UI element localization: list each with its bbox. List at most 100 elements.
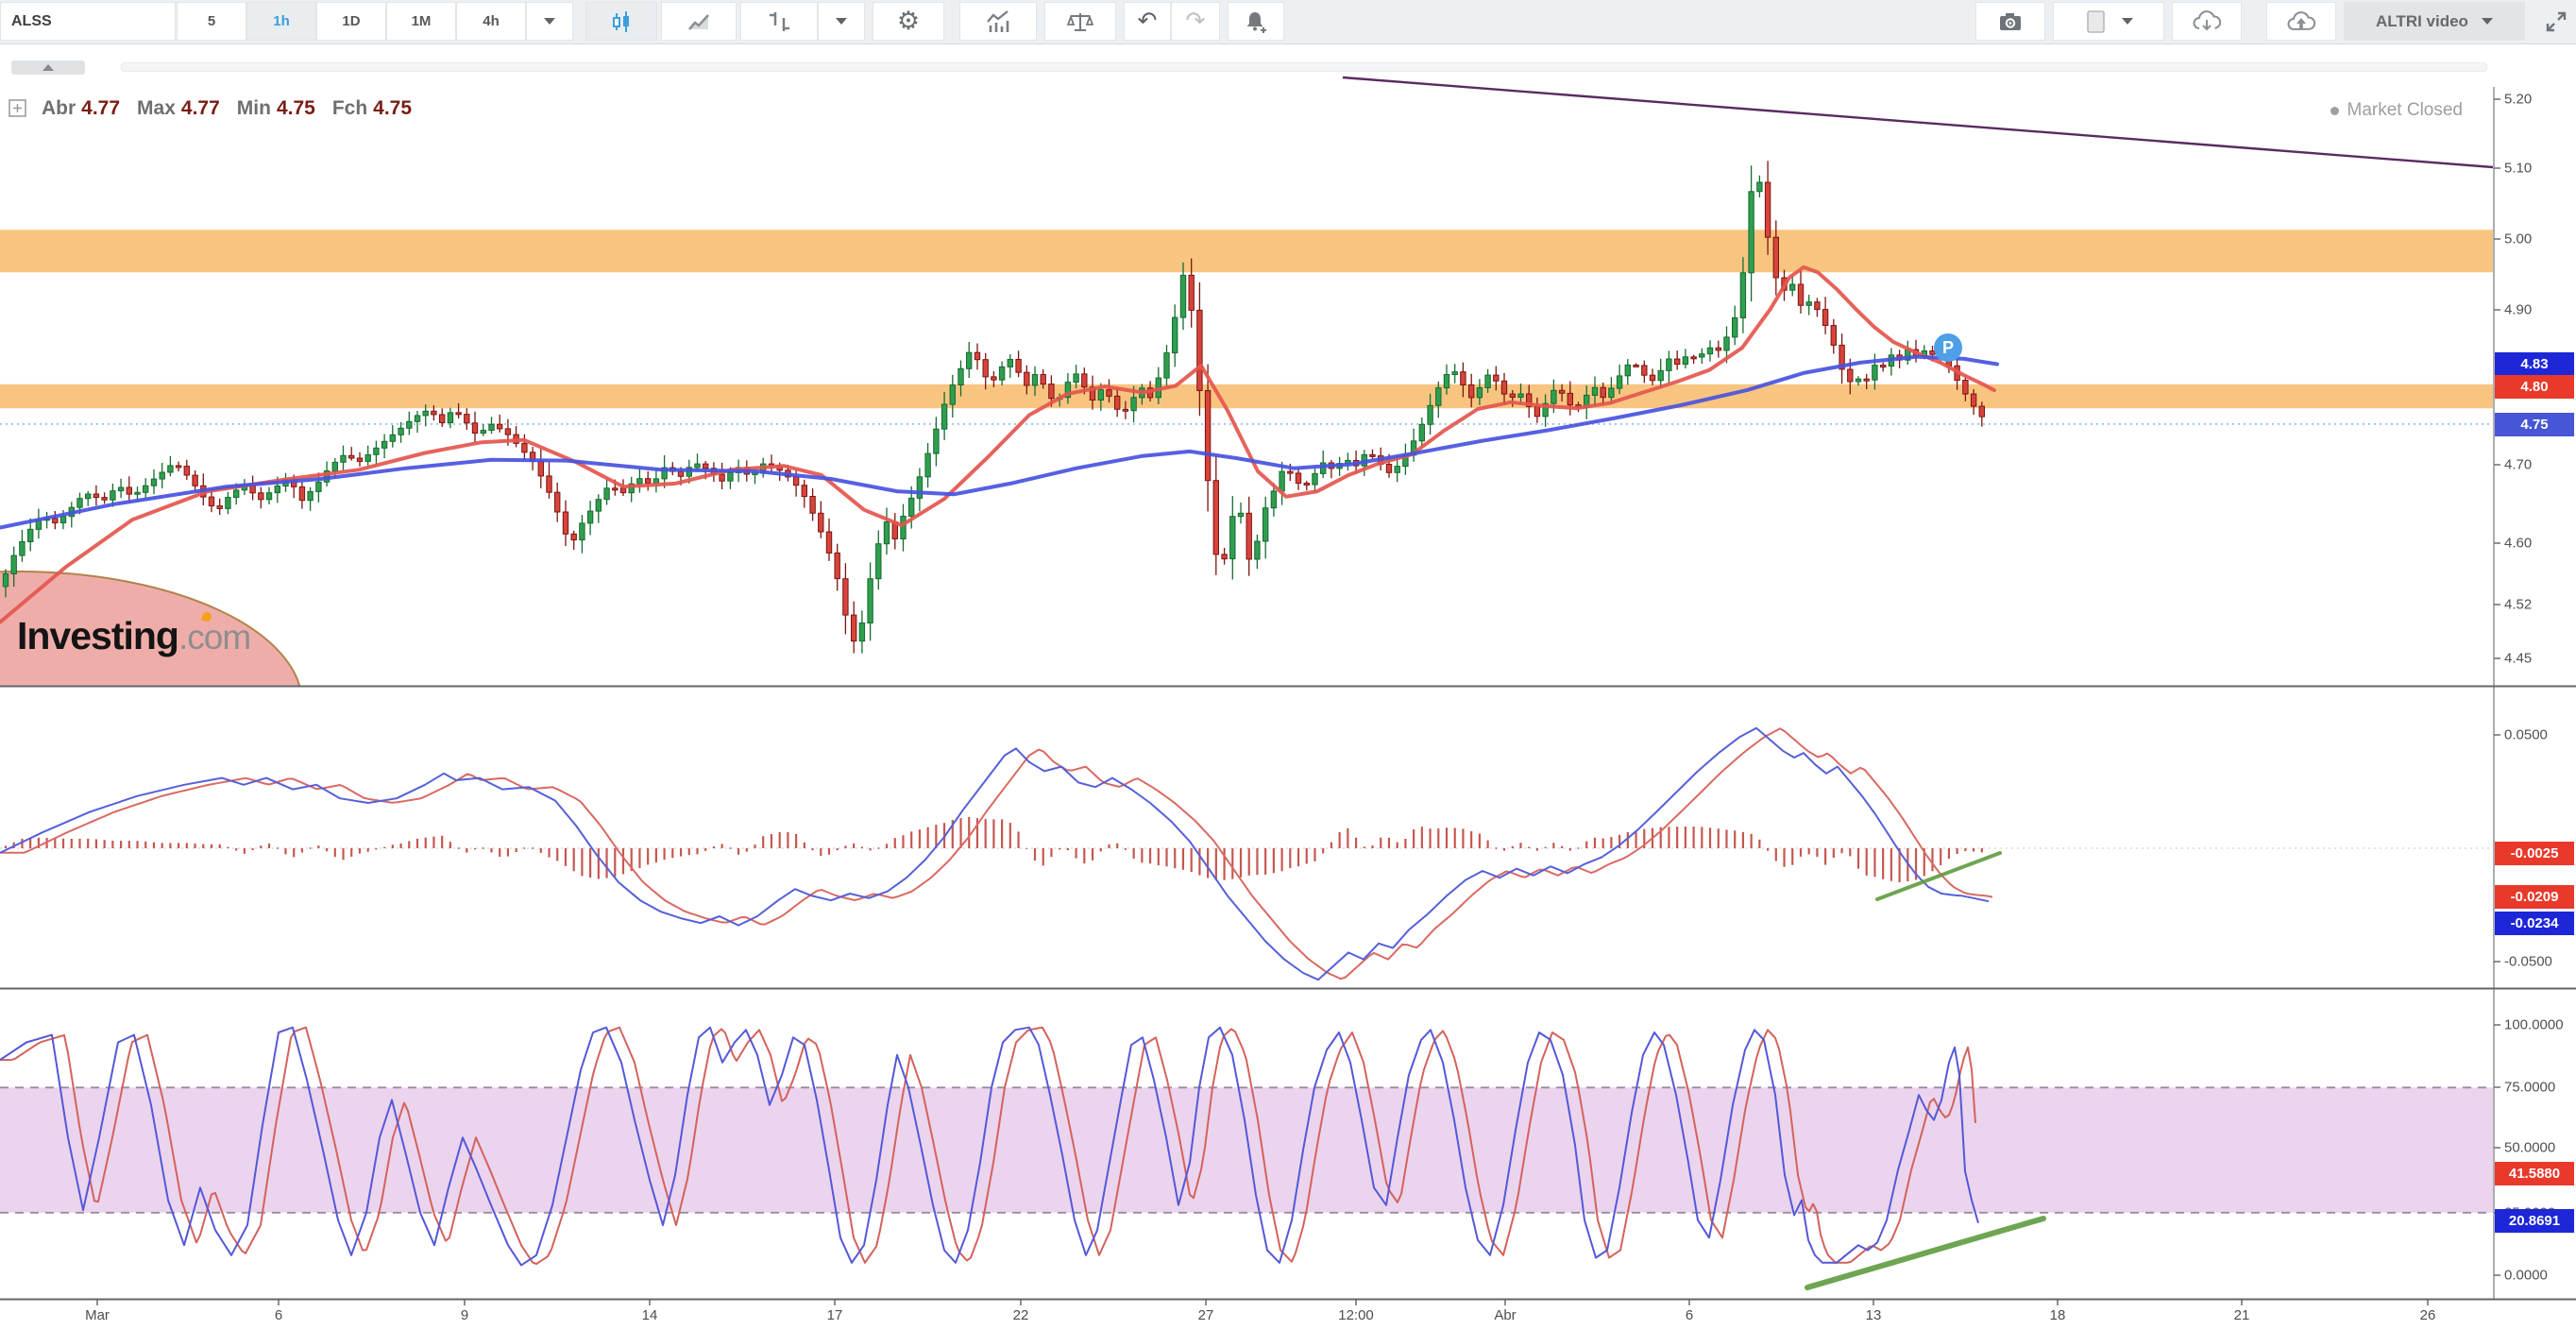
chevron-down-icon [544, 18, 555, 25]
stoch-overbought-oversold-band [0, 1087, 2493, 1213]
price-value-label: 4.75 [2495, 413, 2574, 436]
load-layout-button[interactable] [2172, 2, 2242, 41]
style-dropdown-button[interactable] [818, 2, 865, 41]
redo-button[interactable]: ↷ [1171, 2, 1220, 41]
price-value-label: 4.83 [2495, 352, 2574, 376]
logo-suffix: .com [178, 618, 250, 656]
timeframe-dropdown-button[interactable] [526, 2, 573, 41]
svg-text:P: P [1942, 338, 1954, 357]
axis-tick-label: 0.0500 [2504, 727, 2548, 743]
timeframe-1h[interactable]: 1h [246, 2, 316, 41]
layout-template-icon [2084, 9, 2107, 34]
close-label: Fch [332, 97, 367, 120]
axis-tick-label: 5.00 [2504, 231, 2532, 247]
axis-tick-label: 4.52 [2504, 597, 2532, 613]
add-alert-button[interactable] [1228, 2, 1284, 41]
axis-tick-label: 4.45 [2504, 651, 2532, 667]
stoch-green-trendline [1807, 1219, 2043, 1287]
time-axis-label: 6 [275, 1307, 282, 1323]
fullscreen-button[interactable] [2536, 2, 2576, 41]
price-value-label: -0.0025 [2495, 842, 2574, 865]
price-value-label: 20.8691 [2495, 1209, 2574, 1233]
low-value: 4.75 [277, 97, 315, 120]
ohlc-legend: Abr 4.77 Max 4.77 Min 4.75 Fch 4.75 [8, 97, 419, 120]
axis-tick-label: 0.0000 [2504, 1268, 2548, 1284]
bar-chart-icon [767, 9, 791, 34]
cloud-load-icon [2192, 9, 2222, 34]
axis-tick-label: 75.0000 [2504, 1080, 2555, 1096]
axis-tick-label: -0.0500 [2504, 954, 2552, 970]
publish-label: ALTRI video [2376, 12, 2468, 31]
chevron-down-icon [2482, 18, 2493, 25]
save-layout-button[interactable] [2266, 2, 2336, 41]
main-panel [0, 161, 2493, 836]
investing-logo: Investing.com [17, 614, 250, 658]
time-axis-label: 21 [2234, 1307, 2250, 1323]
time-axis-label: 13 [1866, 1307, 1882, 1323]
axis-tick-label: 50.0000 [2504, 1140, 2555, 1156]
macd-line [0, 728, 1989, 980]
pane-drag-handle[interactable] [121, 62, 2487, 72]
high-value: 4.77 [181, 97, 220, 120]
time-axis-label: 14 [642, 1307, 658, 1323]
axis-tick-label: 4.70 [2504, 457, 2532, 473]
supply-zone-band [0, 230, 2493, 272]
supply-zone-band [0, 384, 2493, 408]
candlestick-style-button[interactable] [585, 2, 657, 41]
bars-style-button[interactable] [740, 2, 818, 41]
time-axis-label: Abr [1494, 1307, 1516, 1323]
snapshot-button[interactable] [1975, 2, 2045, 41]
price-value-label: 4.80 [2495, 375, 2574, 399]
logo-brand: Investing [17, 614, 178, 657]
alert-bell-icon [1243, 9, 1269, 34]
time-axis-label: 18 [2050, 1307, 2066, 1323]
low-label: Min [237, 97, 271, 120]
compare-scales-icon [1067, 9, 1093, 34]
timeframe-1d[interactable]: 1D [316, 2, 386, 41]
price-chart-canvas[interactable]: P [0, 0, 2576, 1330]
macd-panel [0, 728, 2493, 980]
candlestick-icon [609, 9, 634, 34]
close-value: 4.75 [373, 97, 412, 120]
symbol-button[interactable]: ALSS [0, 2, 176, 41]
axis-tick-label: 5.10 [2504, 161, 2532, 177]
chevron-up-icon [42, 64, 54, 71]
time-axis-label: 26 [2420, 1307, 2436, 1323]
axis-tick-label: 4.60 [2504, 536, 2532, 552]
undo-button[interactable]: ↶ [1124, 2, 1171, 41]
indicators-button[interactable] [959, 2, 1037, 41]
toolbar-collapse-handle[interactable] [11, 60, 85, 75]
market-status-text: Market Closed [2347, 100, 2464, 121]
price-value-label: 41.5880 [2495, 1162, 2574, 1185]
publish-button[interactable]: ALTRI video [2344, 2, 2525, 41]
timeframe-4h[interactable]: 4h [456, 2, 526, 41]
market-status: Market Closed [2330, 100, 2464, 121]
trading-chart-app: P ALSS 5 1h 1D 1M 4h [0, 0, 2576, 1330]
time-axis-label: 17 [827, 1307, 843, 1323]
timeframe-1m[interactable]: 1M [386, 2, 456, 41]
top-toolbar: ALSS 5 1h 1D 1M 4h [0, 0, 2576, 44]
line-style-button[interactable] [661, 2, 737, 41]
descending-trendline [1343, 77, 2493, 167]
camera-icon [1997, 9, 2024, 34]
cloud-save-icon [2286, 9, 2316, 34]
plus-square-icon[interactable] [8, 98, 28, 119]
redo-icon: ↷ [1186, 9, 1206, 33]
symbol-label: ALSS [11, 13, 52, 30]
drawing-ellipse [0, 571, 302, 836]
price-value-label: -0.0234 [2495, 912, 2574, 935]
time-axis-label: 6 [1686, 1307, 1693, 1323]
undo-icon: ↶ [1138, 9, 1158, 33]
layout-button[interactable] [2053, 2, 2164, 41]
axis-tick-label: 4.90 [2504, 302, 2532, 318]
pivot-marker: P [1934, 333, 1962, 362]
line-chart-icon [686, 10, 711, 33]
time-axis-label: 22 [1013, 1307, 1029, 1323]
timeframe-5[interactable]: 5 [177, 2, 246, 41]
chevron-down-icon [2122, 18, 2133, 25]
price-value-label: -0.0209 [2495, 885, 2574, 909]
compare-button[interactable] [1044, 2, 1116, 41]
time-axis-label: 12:00 [1338, 1307, 1374, 1323]
settings-button[interactable]: ⚙ [873, 2, 944, 41]
open-label: Abr [42, 97, 76, 120]
